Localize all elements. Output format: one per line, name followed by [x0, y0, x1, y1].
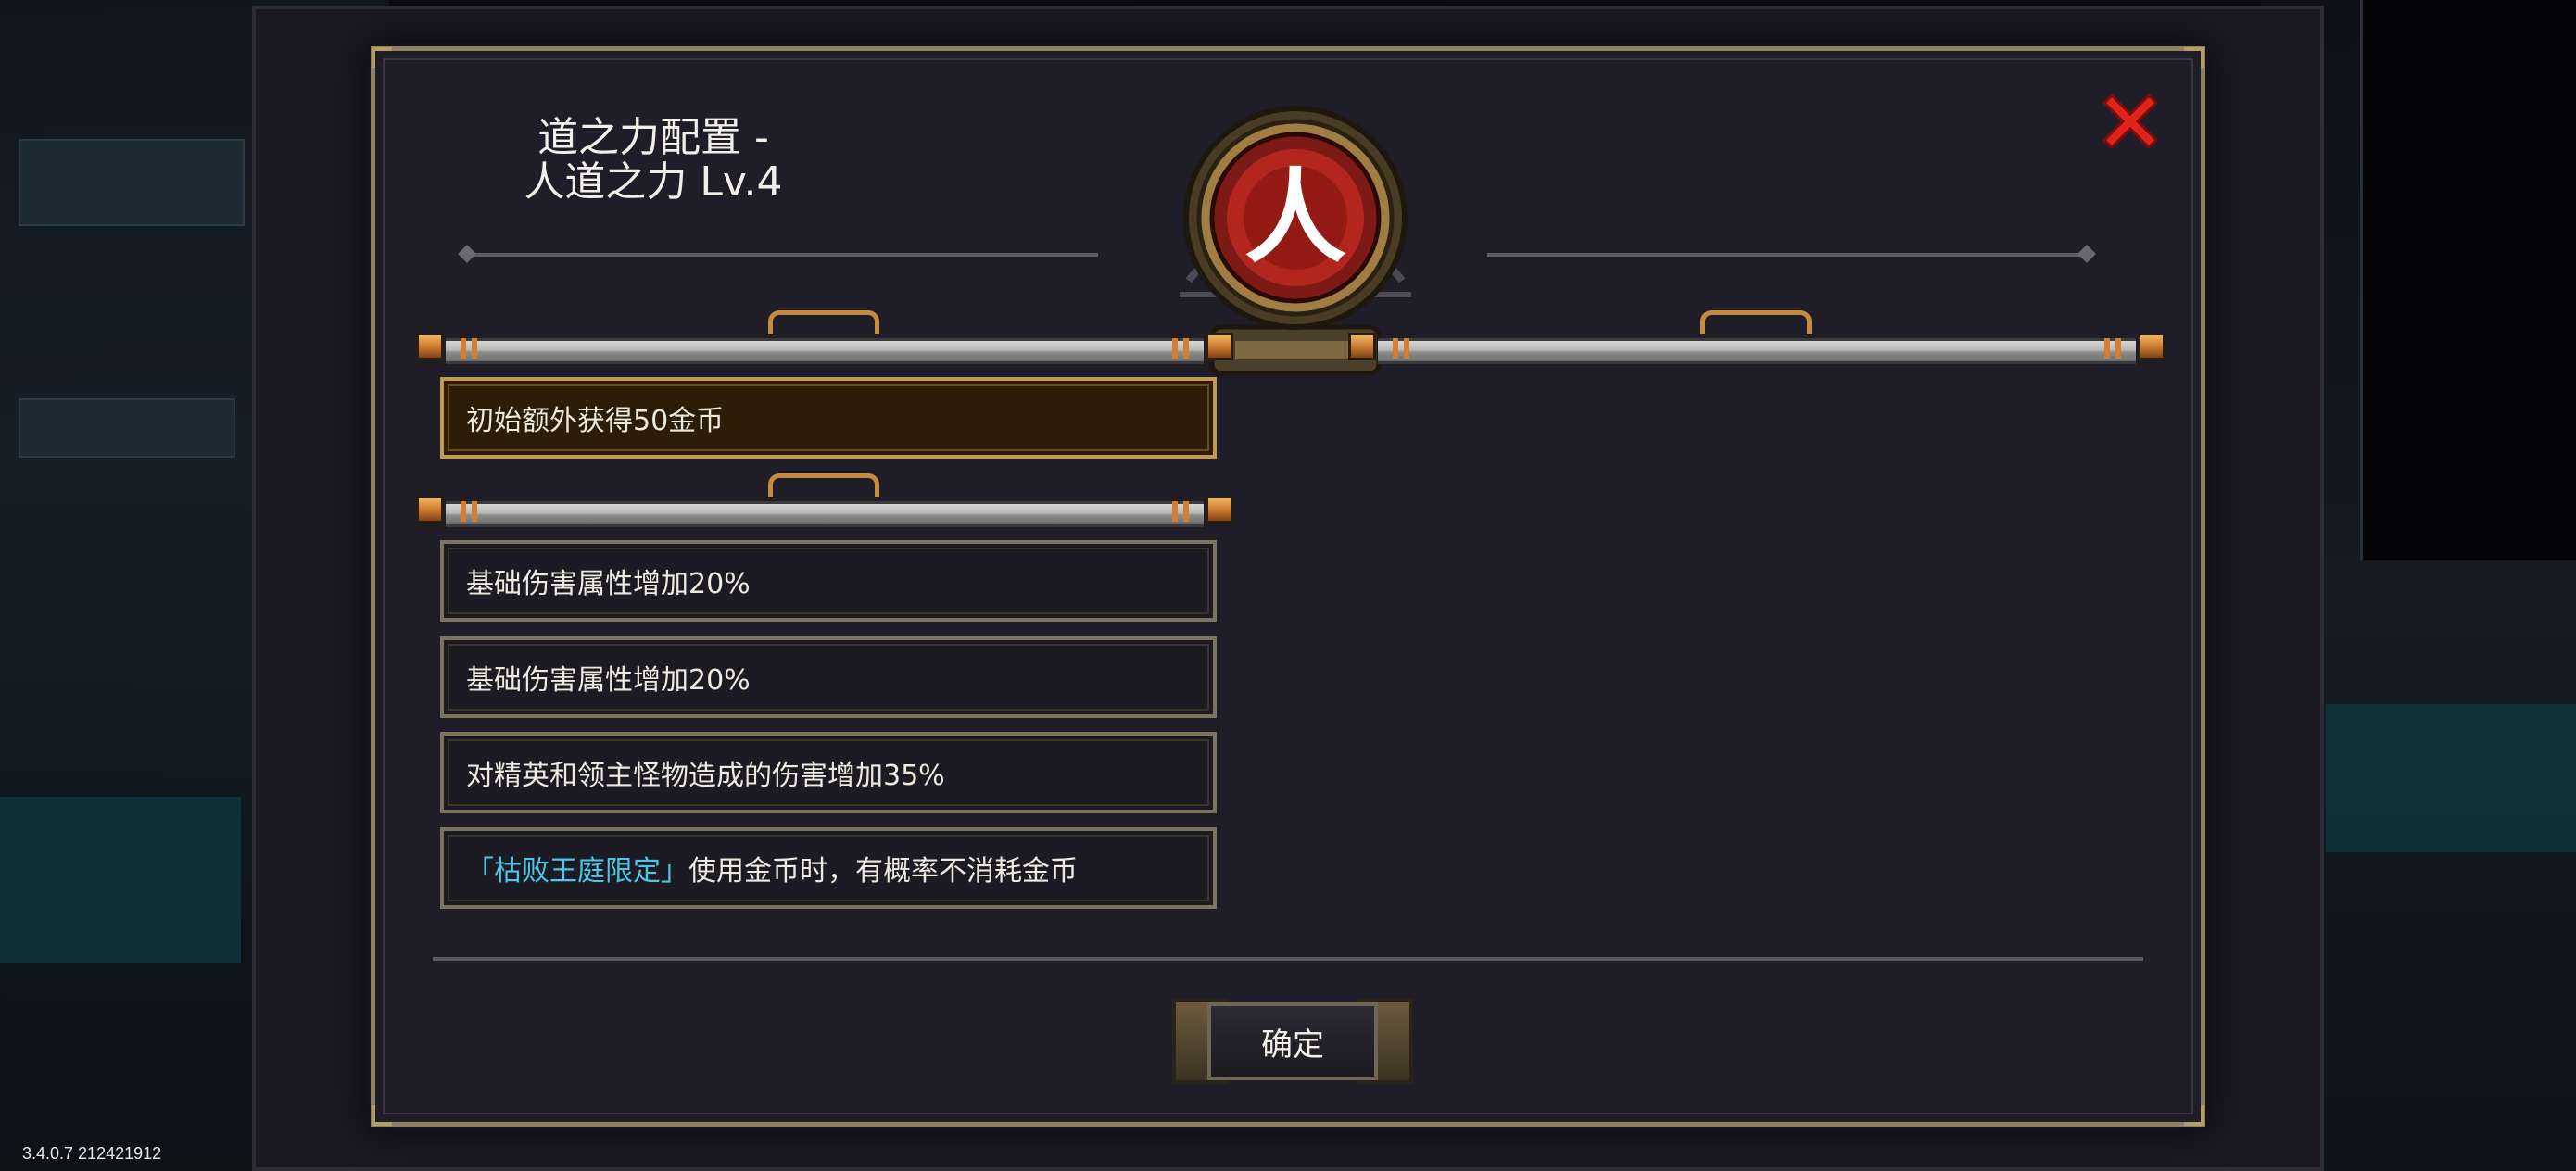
option-tag: 「枯败王庭限定」 [466, 855, 688, 888]
background-tile [19, 398, 235, 458]
rod-cap [416, 496, 444, 523]
rod-stripe [1172, 338, 1178, 359]
header-divider-right [1487, 253, 2080, 257]
header-divider-left [468, 253, 1098, 257]
corner-ornament [372, 1105, 392, 1126]
close-button[interactable] [2095, 86, 2166, 157]
rod-stripe [1404, 338, 1409, 359]
empty-slot-rod [1348, 310, 2166, 364]
title-line-2: 人道之力 Lv.4 [524, 158, 783, 206]
rod-cap [416, 333, 444, 360]
bonus-option[interactable]: 对精英和领主怪物造成的伤害增加35% [440, 732, 1217, 813]
option-text: 基础伤害属性增加20% [466, 664, 751, 697]
rod-stripe [2104, 338, 2110, 359]
rod-handle [1700, 310, 1812, 334]
rod-stripe [472, 338, 477, 359]
rod-stripe [461, 338, 466, 359]
rod-cap [1206, 333, 1233, 360]
option-text: 使用金币时，有概率不消耗金币 [688, 855, 1078, 888]
corner-ornament [372, 47, 392, 68]
rod-cap [1206, 496, 1233, 523]
confirm-label: 确定 [1261, 1026, 1324, 1064]
background-tile [19, 139, 245, 226]
title-line-1: 道之力配置 - [537, 114, 769, 161]
rod-stripe [1172, 501, 1178, 522]
bonus-option[interactable]: 「枯败王庭限定」 使用金币时，有概率不消耗金币 [440, 827, 1217, 909]
selected-bonus-option[interactable]: 初始额外获得50金币 [440, 377, 1217, 459]
rod-stripe [2115, 338, 2121, 359]
rod-handle [768, 310, 879, 334]
options-rod [416, 473, 1233, 527]
bonus-option[interactable]: 基础伤害属性增加20% [440, 540, 1217, 622]
background-teal-block [0, 797, 241, 963]
selected-slot-rod [416, 310, 1233, 364]
option-text: 初始额外获得50金币 [466, 405, 725, 437]
rod-cap [2138, 333, 2166, 360]
background-dark-panel [2360, 0, 2576, 560]
game-screen: 道之力配置 - 人道之力 Lv.4 人 初始额外获得50金币 基础伤害属性增加2… [0, 0, 2576, 1171]
bonus-option[interactable]: 基础伤害属性增加20% [440, 636, 1217, 718]
close-icon [2102, 93, 2159, 150]
rod-stripe [1393, 338, 1398, 359]
corner-ornament [2184, 47, 2204, 68]
rod-bar [446, 338, 1204, 364]
option-text: 对精英和领主怪物造成的伤害增加35% [466, 760, 945, 792]
rod-bar [446, 501, 1204, 527]
corner-ornament [2184, 1105, 2204, 1126]
rod-cap [1348, 333, 1376, 360]
dao-power-config-dialog: 道之力配置 - 人道之力 Lv.4 人 初始额外获得50金币 基础伤害属性增加2… [371, 46, 2205, 1127]
rod-stripe [1183, 338, 1189, 359]
divider-ornament [2077, 245, 2096, 263]
rod-bar [1378, 338, 2136, 364]
background-teal-block [2326, 704, 2576, 852]
emblem-glyph: 人 [1244, 158, 1346, 277]
divider-ornament [458, 245, 476, 263]
dialog-title: 道之力配置 - 人道之力 Lv.4 [468, 116, 839, 205]
version-label: 3.4.0.7 212421912 [22, 1144, 162, 1163]
footer-divider [433, 957, 2143, 961]
rod-stripe [1183, 501, 1189, 522]
rod-stripe [472, 501, 477, 522]
rod-stripe [461, 501, 466, 522]
confirm-button[interactable]: 确定 [1172, 991, 1413, 1093]
rod-handle [768, 473, 879, 497]
option-text: 基础伤害属性增加20% [466, 568, 751, 600]
